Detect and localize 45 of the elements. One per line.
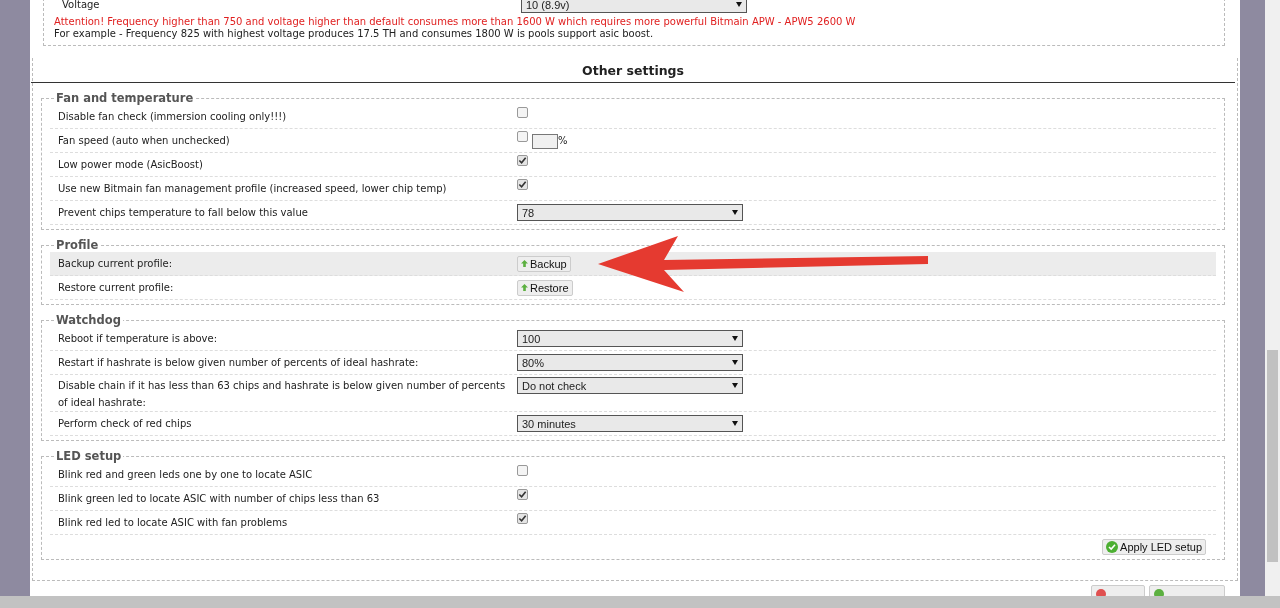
profile-button[interactable]: Backup [517,255,571,272]
checkbox[interactable] [517,107,528,118]
group-title: Watchdog [55,313,122,327]
setting-label: Disable fan check (immersion cooling only!!!) [58,110,288,124]
setting-label: Perform check of red chips [58,417,193,431]
setting-label: Restart if hashrate is below given number of percents of ideal hashrate: [58,356,420,370]
checkbox[interactable] [517,179,528,190]
checkbox[interactable] [517,489,528,500]
apply-button[interactable]: Apply LED setup [1102,539,1206,555]
note-text: For example - Frequency 825 with highest voltage produces 17.5 TH and consumes 1800 W is pools support asic boost. [54,28,655,40]
check-circle-icon [1106,541,1119,553]
setting-label: Blink green led to locate ASIC with number of chips less than 63 [58,492,381,506]
dropdown[interactable]: 30 minutes [517,415,743,432]
checkbox[interactable] [517,155,528,166]
setting-label: Voltage [62,0,101,12]
setting-label: Prevent chips temperature to fall below this value [58,206,309,220]
checkbox[interactable] [517,465,528,476]
group-title: Fan and temperature [55,91,195,105]
group-title: LED setup [55,449,123,463]
warning-text: Attention! Frequency higher than 750 and voltage higher than default consumes more than 1600 W which requires more powerful Bitmain APW - APW5 2600 W [54,16,857,28]
dropdown[interactable]: 80% [517,354,743,371]
arrow-up-icon [521,284,528,291]
unit-label: % [558,135,568,146]
setting-label: Blink red and green leds one by one to locate ASIC [58,468,314,482]
setting-label: Fan speed (auto when unchecked) [58,134,231,148]
setting-label: Blink red led to locate ASIC with fan problems [58,516,289,530]
checkbox[interactable] [517,131,528,142]
section-heading: Other settings [31,58,1235,83]
horizontal-scrollbar[interactable] [0,596,1280,608]
arrow-up-icon [521,260,528,267]
checkbox[interactable] [517,513,528,524]
setting-label: Use new Bitmain fan management profile (increased speed, lower chip temp) [58,182,448,196]
vertical-scrollbar[interactable] [1265,0,1280,596]
setting-label: Reboot if temperature is above: [58,332,219,346]
fan-speed-field[interactable] [532,134,558,149]
dropdown[interactable]: Do not check [517,377,743,394]
voltage-select[interactable]: 10 (8.9v) [521,0,747,13]
group-title: Profile [55,238,100,252]
setting-label: Backup current profile: [58,257,174,271]
setting-label: Disable chain if it has less than 63 chips and hashrate is below given number of percents of ideal hashrate: [58,379,507,410]
dropdown[interactable]: 100 [517,330,743,347]
profile-button[interactable]: Restore [517,279,573,296]
setting-label: Restore current profile: [58,281,175,295]
setting-label: Low power mode (AsicBoost) [58,158,204,172]
dropdown[interactable]: 78 [517,204,743,221]
